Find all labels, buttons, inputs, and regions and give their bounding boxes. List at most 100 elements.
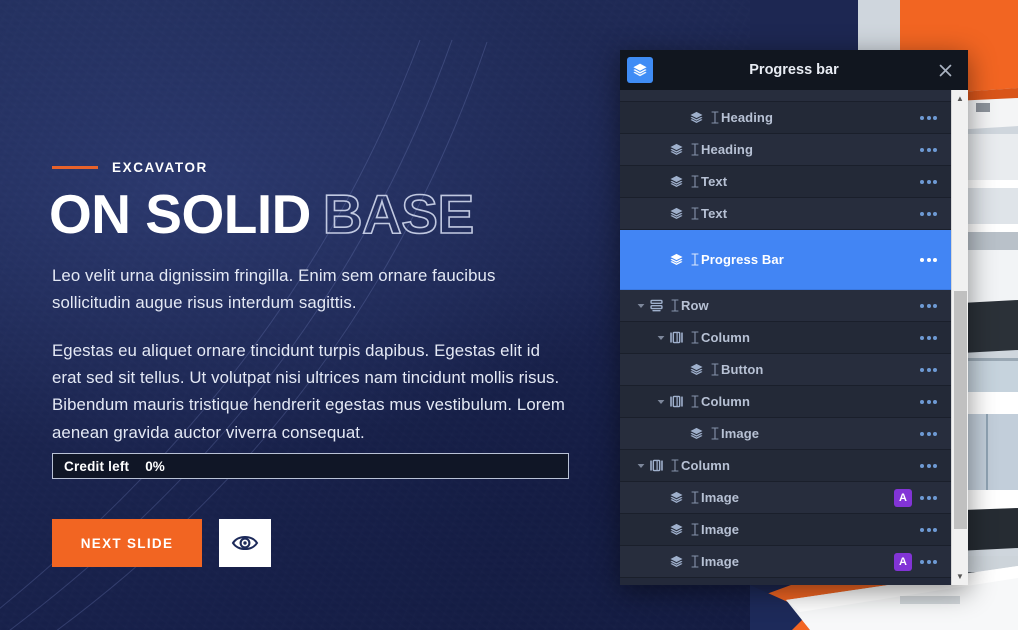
eye-icon — [231, 533, 259, 553]
layer-row-label: Image — [721, 426, 760, 441]
layer-row-image[interactable]: Image A — [620, 482, 951, 514]
text-cursor-icon — [690, 555, 699, 568]
layer-row-label: Heading — [721, 110, 773, 125]
layer-row-label: Button — [721, 362, 764, 377]
navigator-title: Progress bar — [749, 62, 839, 78]
next-slide-button[interactable]: NEXT SLIDE — [52, 519, 202, 567]
layer-row[interactable] — [620, 90, 951, 102]
text-cursor-icon — [710, 111, 719, 124]
eyebrow-label: EXCAVATOR — [112, 160, 208, 175]
navigator-header: Progress bar — [620, 50, 968, 90]
row-actions — [920, 254, 951, 266]
layer-row-heading[interactable]: Heading — [620, 102, 951, 134]
chevron-down-icon[interactable] — [654, 399, 667, 405]
text-cursor-icon — [690, 175, 699, 188]
chevron-down-icon[interactable] — [634, 463, 647, 469]
eyebrow-rule — [52, 166, 98, 169]
more-options-icon[interactable] — [920, 254, 937, 266]
layer-row-text[interactable]: Text — [620, 198, 951, 230]
layers-icon — [687, 361, 705, 379]
page-title: ON SOLID BASE — [49, 183, 475, 245]
chevron-down-icon[interactable] — [654, 335, 667, 341]
layer-row-progress-bar[interactable]: Progress Bar — [620, 230, 951, 290]
row-icon — [647, 297, 665, 315]
more-options-icon[interactable] — [920, 556, 937, 568]
layers-icon — [667, 173, 685, 191]
credit-progress-value: 0% — [145, 458, 165, 474]
layers-icon — [667, 251, 685, 269]
row-actions — [920, 300, 951, 312]
layer-row-label: Row — [681, 298, 709, 313]
row-actions — [920, 208, 951, 220]
layer-row-label: Text — [701, 206, 728, 221]
layer-row-text[interactable]: Text — [620, 166, 951, 198]
preview-eye-button[interactable] — [219, 519, 271, 567]
more-options-icon[interactable] — [920, 176, 937, 188]
layers-icon — [667, 141, 685, 159]
layers-icon[interactable] — [627, 57, 653, 83]
text-cursor-icon — [710, 427, 719, 440]
slide-button-row: NEXT SLIDE — [52, 519, 271, 567]
row-actions — [920, 364, 951, 376]
layer-row-column[interactable]: Column — [620, 386, 951, 418]
credit-progress-inner: Credit left 0% — [53, 459, 165, 474]
layer-row-heading[interactable]: Heading — [620, 134, 951, 166]
layer-row-button[interactable]: Button — [620, 354, 951, 386]
more-options-icon[interactable] — [920, 300, 937, 312]
row-actions — [920, 144, 951, 156]
layer-row-label: Image — [701, 522, 740, 537]
navigator-layer-list[interactable]: Heading Heading Text Text Progress Bar Row Col… — [620, 90, 951, 585]
layer-row-image[interactable]: Image — [620, 418, 951, 450]
column-icon — [647, 457, 665, 475]
layer-row-row[interactable]: Row — [620, 290, 951, 322]
layers-icon — [667, 205, 685, 223]
animation-badge[interactable]: A — [894, 488, 912, 507]
row-actions — [920, 524, 951, 536]
screenshot-root: EXCAVATOR ON SOLID BASE Leo velit urna di… — [0, 0, 1018, 630]
more-options-icon[interactable] — [920, 492, 937, 504]
navigator-body: Heading Heading Text Text Progress Bar Row Col… — [620, 90, 968, 585]
scrollbar-thumb[interactable] — [954, 291, 967, 529]
more-options-icon[interactable] — [920, 332, 937, 344]
layer-row-image[interactable]: Image A — [620, 546, 951, 578]
more-options-icon[interactable] — [920, 112, 937, 124]
more-options-icon[interactable] — [920, 208, 937, 220]
navigator-panel: Progress bar Heading Heading Text Text Progr… — [620, 50, 968, 585]
row-actions: A — [894, 552, 951, 571]
scrollbar-up-arrow[interactable]: ▲ — [952, 90, 969, 107]
row-actions: A — [894, 488, 951, 507]
credit-progress-label: Credit left — [64, 458, 130, 474]
more-options-icon[interactable] — [920, 364, 937, 376]
row-actions — [920, 460, 951, 472]
more-options-icon[interactable] — [920, 428, 937, 440]
layer-row-label: Image — [701, 490, 740, 505]
text-cursor-icon — [690, 331, 699, 344]
paragraph-two: Egestas eu aliquet ornare tincidunt turp… — [52, 341, 565, 442]
layer-row-label: Text — [701, 174, 728, 189]
navigator-scrollbar[interactable]: ▲ ▼ — [951, 90, 968, 585]
row-actions — [920, 176, 951, 188]
more-options-icon[interactable] — [920, 144, 937, 156]
more-options-icon[interactable] — [920, 460, 937, 472]
layers-icon — [667, 521, 685, 539]
layer-row-image[interactable]: Image — [620, 514, 951, 546]
credit-progress-bar: Credit left 0% — [52, 453, 569, 479]
more-options-icon[interactable] — [920, 524, 937, 536]
text-cursor-icon — [670, 459, 679, 472]
scrollbar-down-arrow[interactable]: ▼ — [952, 568, 969, 585]
close-icon[interactable] — [936, 61, 954, 79]
layer-row-column[interactable]: Column — [620, 322, 951, 354]
headline-solid-part: ON SOLID — [49, 183, 311, 245]
eyebrow-group: EXCAVATOR — [52, 160, 208, 175]
paragraph-one: Leo velit urna dignissim fringilla. Enim… — [52, 266, 496, 313]
row-actions — [920, 332, 951, 344]
text-cursor-icon — [690, 207, 699, 220]
text-cursor-icon — [670, 299, 679, 312]
chevron-down-icon[interactable] — [634, 303, 647, 309]
animation-badge[interactable]: A — [894, 552, 912, 571]
scrollbar-track[interactable] — [952, 107, 968, 568]
layer-row-column[interactable]: Column — [620, 450, 951, 482]
more-options-icon[interactable] — [920, 396, 937, 408]
column-icon — [667, 329, 685, 347]
text-cursor-icon — [690, 491, 699, 504]
